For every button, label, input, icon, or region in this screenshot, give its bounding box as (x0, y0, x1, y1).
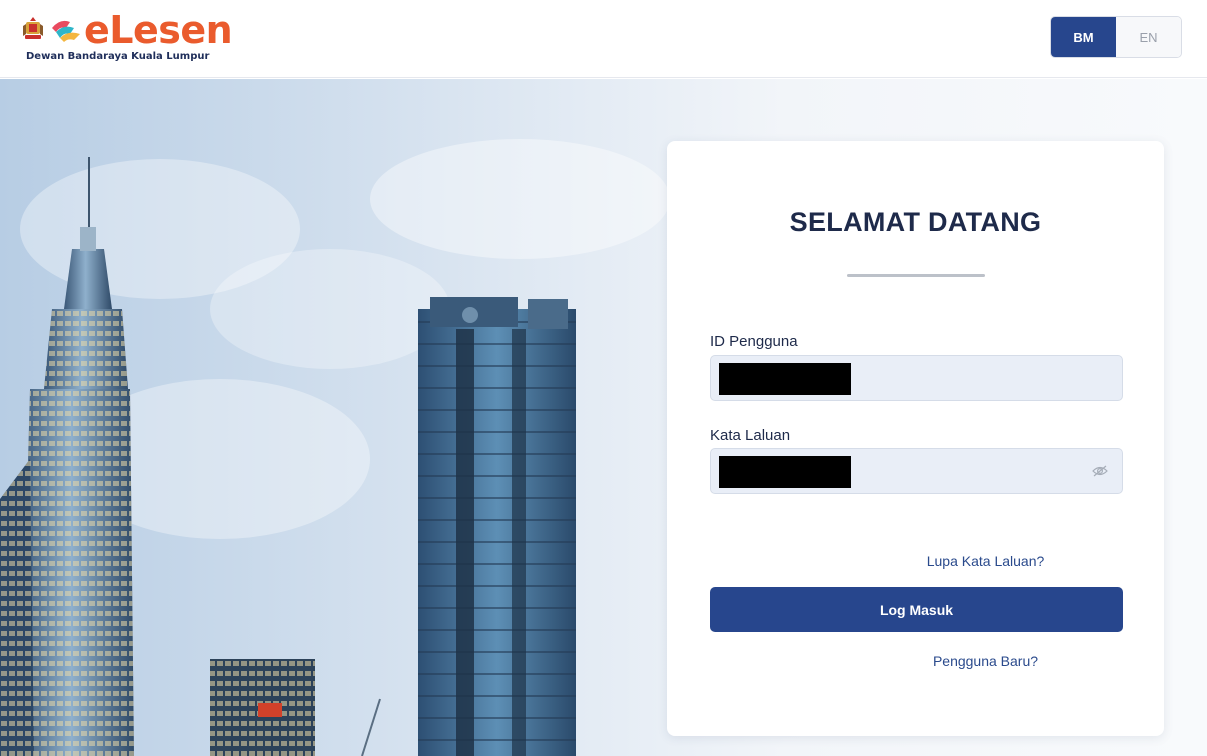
new-user-link[interactable]: Pengguna Baru? (667, 653, 1164, 669)
login-card: SELAMAT DATANG ID Pengguna Kata Laluan L… (667, 141, 1164, 736)
elesen-mark-icon (52, 20, 80, 42)
redacted-value (719, 363, 851, 395)
password-label: Kata Laluan (710, 427, 791, 444)
lang-bm-button[interactable]: BM (1051, 17, 1116, 57)
top-header: eLesen Dewan Bandaraya Kuala Lumpur BM E… (0, 0, 1207, 78)
logo-wordmark: eLesen (84, 8, 233, 52)
logo-subtitle: Dewan Bandaraya Kuala Lumpur (26, 51, 210, 62)
welcome-title: SELAMAT DATANG (789, 207, 1042, 237)
eye-icon[interactable] (1092, 464, 1108, 478)
title-divider (847, 274, 985, 277)
lang-en-button[interactable]: EN (1116, 17, 1181, 57)
dbkl-crest-icon (23, 17, 43, 39)
password-input[interactable] (710, 448, 1123, 494)
language-switcher: BM EN (1050, 16, 1182, 58)
elesen-logo[interactable]: eLesen Dewan Bandaraya Kuala Lumpur (14, 8, 254, 68)
login-button[interactable]: Log Masuk (710, 587, 1123, 632)
user-id-label: ID Pengguna (710, 333, 798, 350)
user-id-input[interactable] (710, 355, 1123, 401)
forgot-password-link[interactable]: Lupa Kata Laluan? (667, 553, 1164, 569)
redacted-value (719, 456, 851, 488)
